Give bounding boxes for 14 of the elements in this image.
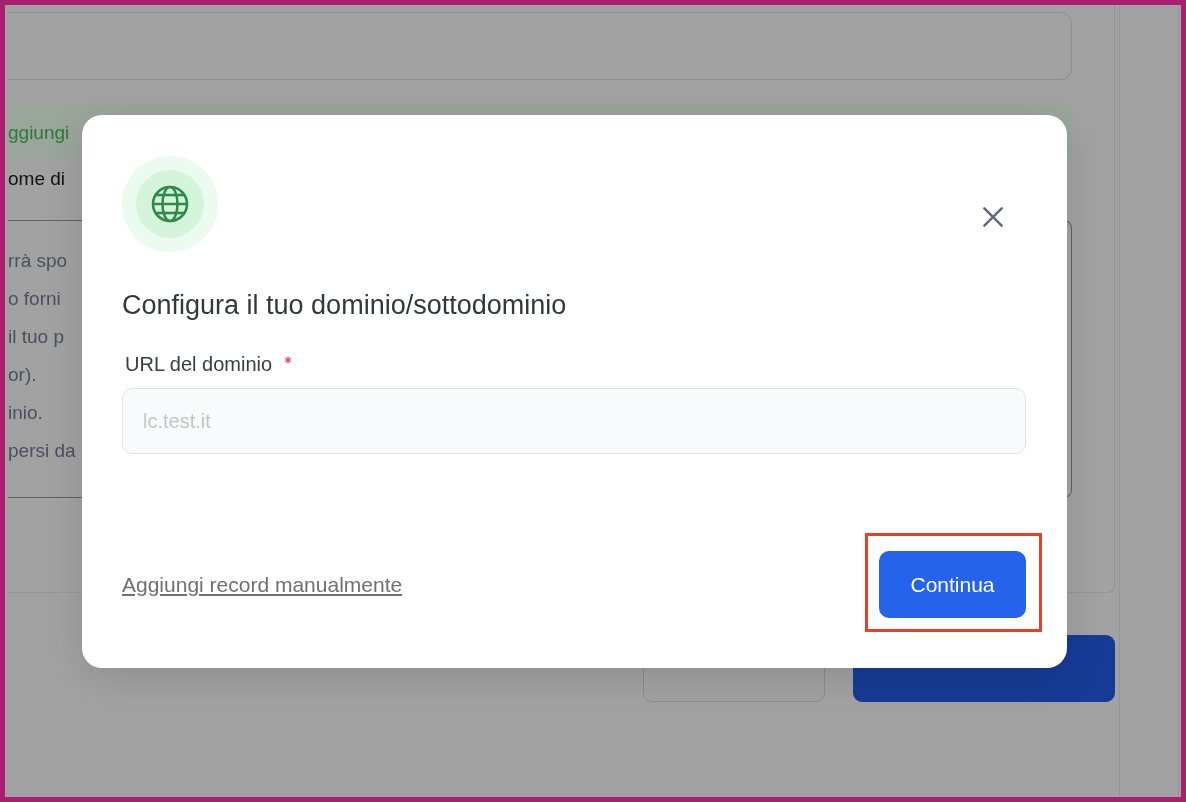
- dialog-title: Configura il tuo dominio/sottodominio: [122, 290, 568, 321]
- globe-icon: [122, 156, 218, 252]
- description-line: or).: [8, 363, 37, 387]
- banner-text: ggiungi: [8, 121, 70, 144]
- add-records-link[interactable]: Aggiungi record manualmente: [122, 572, 403, 597]
- description-line: inio.: [8, 401, 43, 425]
- field-label: URL del dominio: [125, 353, 273, 376]
- description-line: rrà spo: [8, 249, 68, 273]
- description-line: persi da: [8, 439, 76, 463]
- section-label: ome di: [8, 168, 66, 190]
- description-line: o forni: [8, 287, 61, 311]
- continue-button[interactable]: Continua: [879, 551, 1026, 618]
- close-icon[interactable]: [980, 204, 1006, 230]
- description-line: il tuo p: [8, 325, 64, 349]
